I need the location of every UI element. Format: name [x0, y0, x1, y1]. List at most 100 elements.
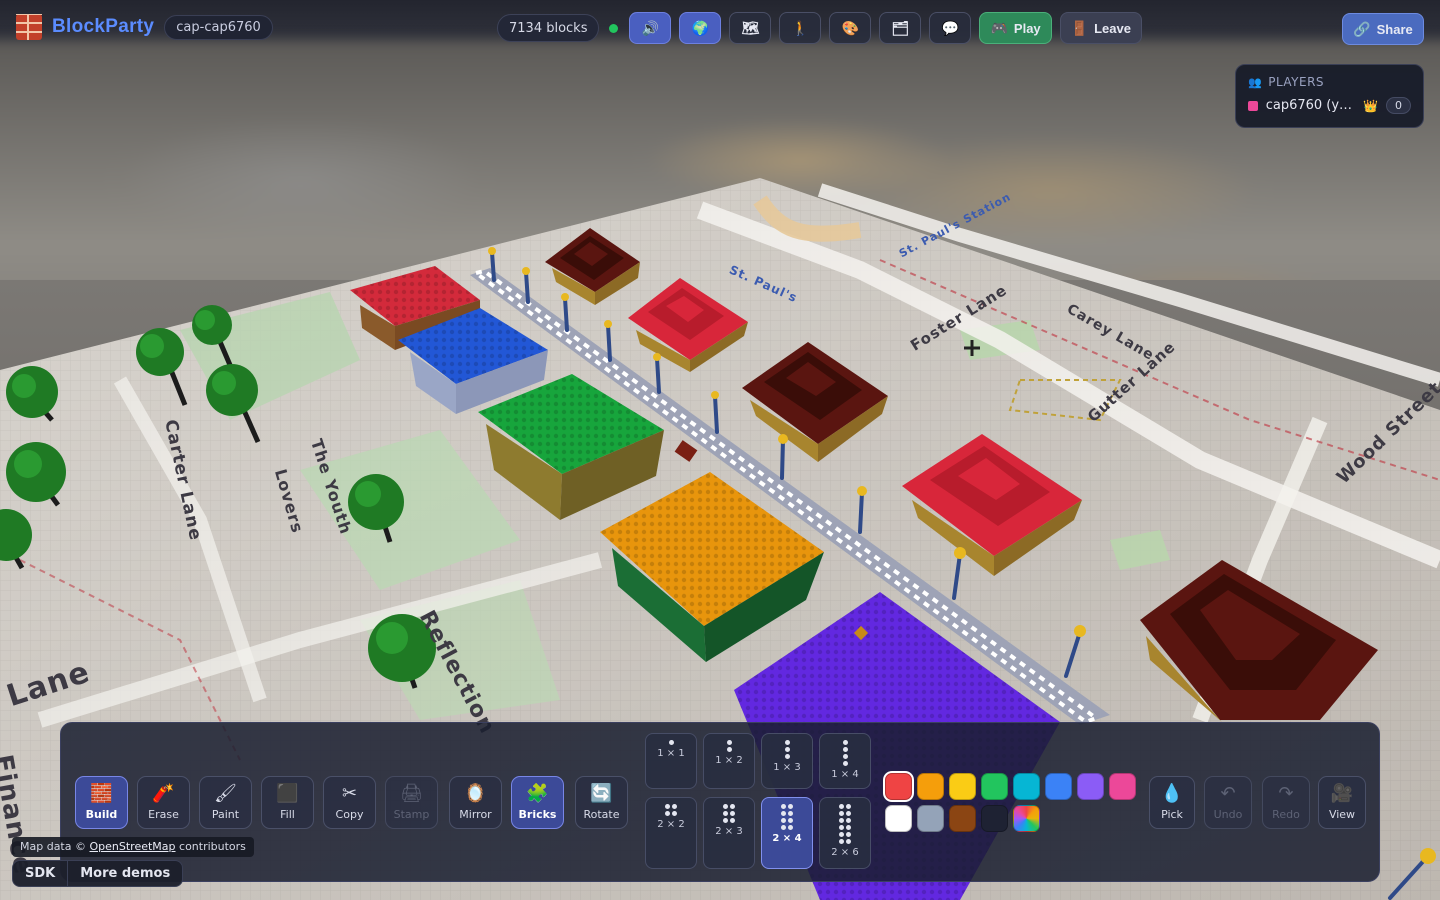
tool-paint[interactable]: 🖌 Paint — [199, 776, 252, 829]
custom-color-swatch[interactable] — [1013, 805, 1040, 832]
tool-label: Build — [85, 807, 118, 821]
map-button[interactable]: 🗺 — [729, 12, 772, 44]
undo-icon: ↶ — [1220, 782, 1236, 804]
play-button[interactable]: 🎮 Play — [979, 12, 1052, 44]
brick-size-label: 2 × 6 — [831, 847, 859, 858]
top-bar: BlockParty cap-cap6760 7134 blocks 🔊 🌍 🗺… — [0, 0, 1440, 60]
view-button[interactable]: 🎥 View — [1318, 776, 1366, 829]
action-label: Redo — [1272, 807, 1300, 821]
tool-bricks[interactable]: 🧩 Bricks — [511, 776, 564, 829]
folder-button[interactable]: 🗂 — [879, 12, 922, 44]
color-swatch[interactable] — [1109, 773, 1136, 800]
color-swatch[interactable] — [1077, 773, 1104, 800]
speaker-icon: 🔊 — [641, 20, 660, 36]
tool-label: Bricks — [518, 807, 557, 821]
sdk-bar: SDK More demos — [12, 860, 184, 887]
fill-square-icon: ⬛ — [276, 782, 299, 804]
puzzle-icon: 🧩 — [526, 782, 549, 804]
scissors-icon: ✂ — [341, 782, 358, 804]
share-button[interactable]: 🔗 Share — [1342, 13, 1424, 45]
tool-label: Paint — [211, 807, 240, 821]
more-demos-link[interactable]: More demos — [67, 861, 182, 886]
brick-studs-icon — [842, 740, 848, 766]
redo-button[interactable]: ↷ Redo — [1262, 776, 1310, 829]
tool-copy[interactable]: ✂ Copy — [323, 776, 376, 829]
door-icon: 🚪 — [1070, 20, 1089, 36]
tool-fill[interactable]: ⬛ Fill — [261, 776, 314, 829]
brick-size-label: 2 × 4 — [772, 833, 802, 844]
crown-icon: 👑 — [1363, 98, 1378, 113]
redo-icon: ↷ — [1278, 782, 1294, 804]
brand[interactable]: BlockParty cap-cap6760 — [16, 14, 273, 40]
color-swatch[interactable] — [885, 805, 912, 832]
globe-icon: 🌍 — [691, 20, 710, 36]
tool-label: Mirror — [459, 807, 492, 821]
brick-wall-icon — [16, 14, 42, 40]
brick-size-24[interactable]: 2 × 4 — [761, 797, 813, 869]
chat-button[interactable]: 💬 — [929, 12, 972, 44]
osm-link[interactable]: OpenStreetMap — [89, 840, 175, 853]
tool-stamp[interactable]: 🖨 Stamp — [385, 776, 438, 829]
stamp-icon: 🖨 — [400, 782, 423, 804]
brick-studs-icon — [723, 804, 735, 823]
color-swatch[interactable] — [917, 805, 944, 832]
leave-button[interactable]: 🚪 Leave — [1059, 12, 1142, 44]
walk-icon: 🚶 — [791, 20, 810, 36]
map-icon: 🗺 — [741, 20, 760, 36]
player-color-swatch — [1248, 100, 1258, 111]
brick-size-label: 2 × 3 — [715, 826, 743, 837]
room-id-badge[interactable]: cap-cap6760 — [164, 14, 273, 40]
gamepad-icon: 🎮 — [990, 20, 1008, 36]
build-toolbar: 🧱 Build 🧨 Erase 🖌 Paint ⬛ Fill ✂ Copy 🖨 … — [60, 722, 1380, 882]
tool-label: Stamp — [393, 807, 430, 821]
tool-erase[interactable]: 🧨 Erase — [137, 776, 190, 829]
brick-size-label: 1 × 3 — [773, 762, 801, 773]
brick-size-label: 1 × 2 — [715, 755, 743, 766]
tool-mirror[interactable]: 🪞 Mirror — [449, 776, 502, 829]
brick-size-26[interactable]: 2 × 6 — [819, 797, 871, 869]
rotate-icon: 🔄 — [590, 782, 613, 804]
tool-label: Rotate — [583, 807, 620, 821]
brick-studs-icon — [781, 804, 793, 830]
sdk-link[interactable]: SDK — [13, 861, 67, 886]
mirror-icon: 🪞 — [464, 782, 487, 804]
brick-size-14[interactable]: 1 × 4 — [819, 733, 871, 789]
tool-rotate[interactable]: 🔄 Rotate — [575, 776, 628, 829]
player-score: 0 — [1386, 97, 1411, 114]
color-swatch[interactable] — [981, 805, 1008, 832]
block-count: 7134 blocks — [497, 14, 600, 42]
brick-size-12[interactable]: 1 × 2 — [703, 733, 755, 789]
brick-size-23[interactable]: 2 × 3 — [703, 797, 755, 869]
connection-status-dot — [609, 23, 619, 33]
action-label: View — [1328, 807, 1356, 821]
color-swatch[interactable] — [885, 773, 912, 800]
tool-label: Erase — [148, 807, 179, 821]
link-icon: 🔗 — [1353, 21, 1371, 37]
camera-icon: 🎥 — [1330, 782, 1354, 804]
palette-button[interactable]: 🎨 — [829, 12, 872, 44]
droplet-icon: 💧 — [1160, 782, 1184, 804]
map-attribution: Map data © OpenStreetMap contributors — [12, 837, 254, 857]
color-swatch[interactable] — [917, 773, 944, 800]
paintbrush-icon: 🖌 — [214, 782, 237, 804]
players-panel: 👥 PLAYERS cap6760 (y… 👑 0 — [1235, 64, 1424, 128]
brick-size-13[interactable]: 1 × 3 — [761, 733, 813, 789]
brick-studs-icon — [726, 740, 732, 752]
player-row[interactable]: cap6760 (y… 👑 0 — [1248, 97, 1411, 114]
color-swatch[interactable] — [949, 773, 976, 800]
tool-build[interactable]: 🧱 Build — [75, 776, 128, 829]
color-swatch[interactable] — [1045, 773, 1072, 800]
brick-size-22[interactable]: 2 × 2 — [645, 797, 697, 869]
player-name: cap6760 (y… — [1265, 98, 1353, 113]
attribution-prefix: Map data © — [20, 840, 86, 853]
walk-button[interactable]: 🚶 — [779, 12, 822, 44]
globe-button[interactable]: 🌍 — [679, 12, 722, 44]
pick-button[interactable]: 💧 Pick — [1149, 776, 1195, 829]
color-swatch[interactable] — [981, 773, 1008, 800]
color-swatch[interactable] — [949, 805, 976, 832]
color-swatch[interactable] — [1013, 773, 1040, 800]
undo-button[interactable]: ↶ Undo — [1204, 776, 1252, 829]
sound-button[interactable]: 🔊 — [629, 12, 672, 44]
brick-icon: 🧱 — [90, 782, 113, 804]
brick-size-11[interactable]: 1 × 1 — [645, 733, 697, 789]
